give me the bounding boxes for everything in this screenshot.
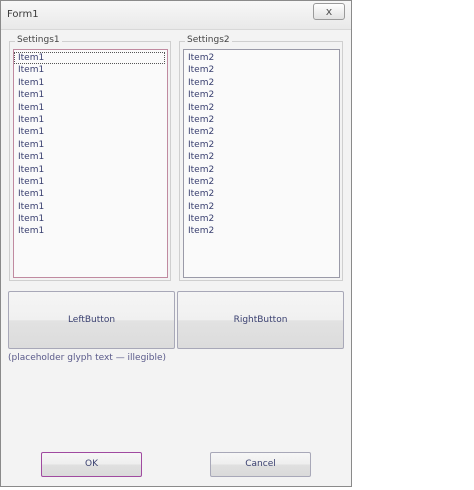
list-item[interactable]: Item1 bbox=[14, 188, 167, 200]
settings2-group: Settings2 Item2 Item2 Item2 Item2 Item2 Item2… bbox=[179, 35, 343, 281]
settings2-listbox[interactable]: Item2 Item2 Item2 Item2 Item2 Item2 Item2 Item2… bbox=[183, 49, 340, 278]
right-button[interactable]: RightButton bbox=[177, 291, 344, 349]
list-item[interactable]: Item1 bbox=[14, 52, 165, 65]
list-item[interactable]: Item1 bbox=[14, 64, 167, 76]
form1-window: Form1 x Settings1 Item1 Item1 Item1 Item1 It… bbox=[0, 0, 352, 487]
list-item[interactable]: Item2 bbox=[184, 151, 339, 163]
list-item[interactable]: Item2 bbox=[184, 114, 339, 126]
ok-button[interactable]: OK bbox=[41, 452, 142, 477]
left-button[interactable]: LeftButton bbox=[8, 291, 175, 349]
list-item[interactable]: Item2 bbox=[184, 102, 339, 114]
settings1-listbox[interactable]: Item1 Item1 Item1 Item1 Item1 Item1 Item1 Item1… bbox=[13, 49, 168, 278]
list-item[interactable]: Item1 bbox=[14, 139, 167, 151]
settings1-group: Settings1 Item1 Item1 Item1 Item1 Item1 Item1… bbox=[9, 35, 171, 281]
settings2-legend: Settings2 bbox=[185, 35, 232, 45]
cancel-button[interactable]: Cancel bbox=[210, 452, 311, 477]
list-item[interactable]: Item2 bbox=[184, 164, 339, 176]
list-item[interactable]: Item1 bbox=[14, 225, 167, 237]
list-item[interactable]: Item2 bbox=[184, 188, 339, 200]
list-item[interactable]: Item2 bbox=[184, 139, 339, 151]
close-icon: x bbox=[325, 5, 333, 18]
list-item[interactable]: Item1 bbox=[14, 164, 167, 176]
list-item[interactable]: Item2 bbox=[184, 77, 339, 89]
list-item[interactable]: Item1 bbox=[14, 126, 167, 138]
list-item[interactable]: Item1 bbox=[14, 213, 167, 225]
list-item[interactable]: Item1 bbox=[14, 201, 167, 213]
list-item[interactable]: Item1 bbox=[14, 114, 167, 126]
description-text: (placeholder glyph text — illegible) bbox=[8, 353, 167, 363]
settings2-items: Item2 Item2 Item2 Item2 Item2 Item2 Item2 Item2… bbox=[184, 50, 339, 238]
list-item[interactable]: Item1 bbox=[14, 151, 167, 163]
list-item[interactable]: Item2 bbox=[184, 201, 339, 213]
list-item[interactable]: Item2 bbox=[184, 176, 339, 188]
list-item[interactable]: Item2 bbox=[184, 126, 339, 138]
list-item[interactable]: Item1 bbox=[14, 89, 167, 101]
window-title: Form1 bbox=[7, 9, 39, 20]
settings1-legend: Settings1 bbox=[15, 35, 62, 45]
close-button[interactable]: x bbox=[313, 3, 345, 20]
settings1-items: Item1 Item1 Item1 Item1 Item1 Item1 Item1 Item1… bbox=[14, 50, 167, 238]
list-item[interactable]: Item2 bbox=[184, 52, 339, 64]
list-item[interactable]: Item2 bbox=[184, 213, 339, 225]
list-item[interactable]: Item2 bbox=[184, 64, 339, 76]
list-item[interactable]: Item2 bbox=[184, 225, 339, 237]
list-item[interactable]: Item1 bbox=[14, 77, 167, 89]
list-item[interactable]: Item1 bbox=[14, 176, 167, 188]
list-item[interactable]: Item1 bbox=[14, 102, 167, 114]
title-bar[interactable]: Form1 x bbox=[1, 1, 351, 30]
list-item[interactable]: Item2 bbox=[184, 89, 339, 101]
